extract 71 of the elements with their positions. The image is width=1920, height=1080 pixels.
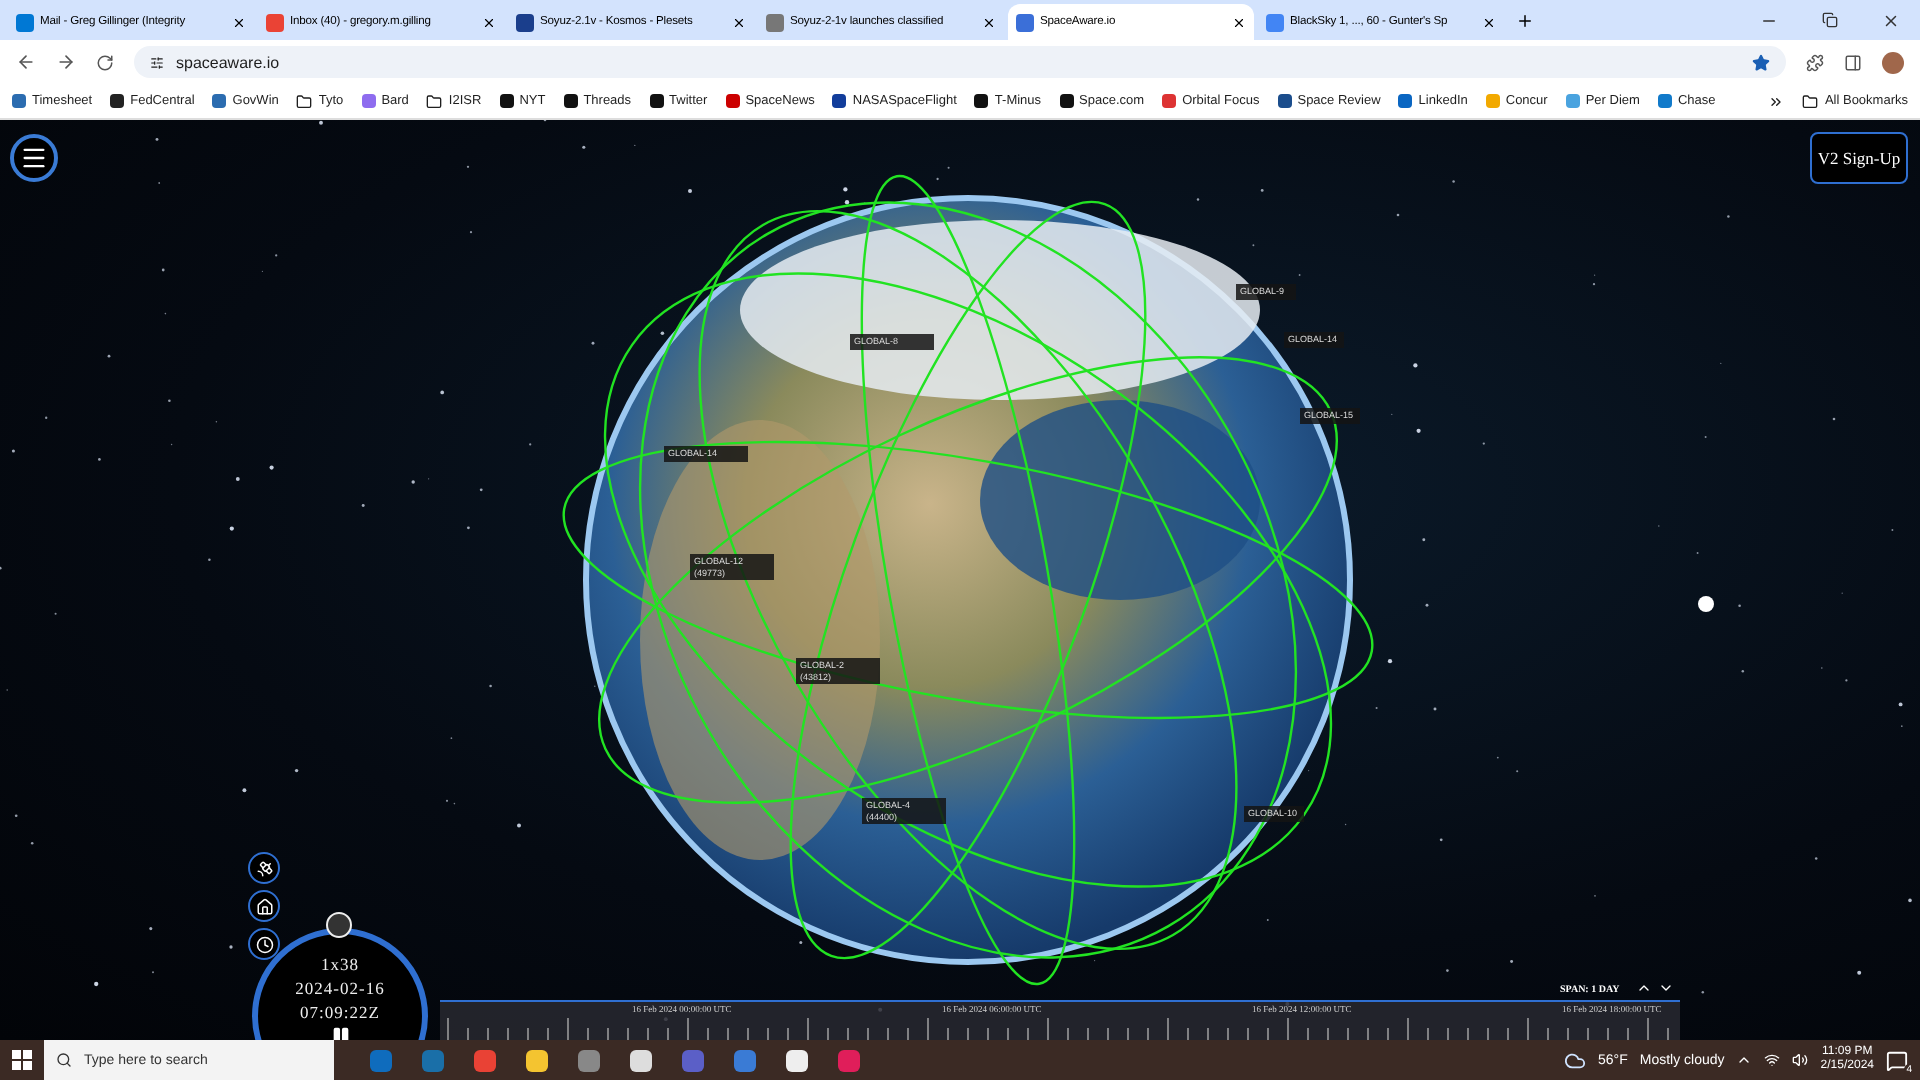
home-button[interactable] (248, 890, 280, 922)
taskbar-app-icon[interactable] (785, 1049, 807, 1071)
site-icon (832, 94, 847, 108)
close-icon[interactable] (1232, 15, 1246, 29)
wifi-icon[interactable] (1764, 1052, 1781, 1068)
dial-knob[interactable] (326, 912, 352, 938)
site-icon (1162, 94, 1177, 108)
volume-icon[interactable] (1792, 1052, 1809, 1068)
site-icon (1059, 94, 1074, 108)
address-bar[interactable]: spaceaware.io (134, 46, 1786, 78)
url-text: spaceaware.io (176, 53, 280, 71)
site-icon (1277, 94, 1292, 108)
site-icon (563, 94, 578, 108)
profile-avatar[interactable] (1882, 51, 1904, 73)
more-bookmarks-icon[interactable] (1768, 93, 1785, 109)
site-settings-icon[interactable] (150, 55, 164, 69)
close-icon[interactable] (982, 15, 996, 29)
time-text: 07:09:22Z (300, 1002, 380, 1022)
close-icon[interactable] (1882, 11, 1900, 29)
span-down-button[interactable] (1658, 980, 1674, 996)
site-icon (110, 94, 125, 108)
clock-dial[interactable]: 1x38 2024-02-16 07:09:22Z (252, 928, 428, 1040)
tray-expand-icon[interactable] (1736, 1052, 1753, 1068)
reload-icon[interactable] (96, 53, 114, 71)
history-button[interactable] (248, 928, 280, 960)
taskbar-app-icon[interactable] (525, 1049, 547, 1071)
close-icon[interactable] (1482, 15, 1496, 29)
taskbar-app-icon[interactable] (629, 1049, 651, 1071)
site-icon (212, 94, 227, 108)
favicon-icon (516, 13, 534, 31)
favicon-icon (16, 13, 34, 31)
windows-logo-icon (12, 1050, 32, 1070)
favicon-icon (266, 13, 284, 31)
signup-button[interactable]: V2 Sign-Up (1810, 132, 1908, 184)
close-icon[interactable] (232, 15, 246, 29)
folder-icon (1802, 93, 1819, 109)
favicon-icon (1016, 13, 1034, 31)
span-up-button[interactable] (1636, 980, 1652, 996)
new-tab-icon[interactable] (1516, 11, 1534, 29)
clock-icon (255, 935, 273, 953)
site-icon (1485, 94, 1500, 108)
favicon-icon (766, 13, 784, 31)
site-icon (974, 94, 989, 108)
side-panel-icon[interactable] (1844, 53, 1862, 71)
weather-icon (1564, 1049, 1587, 1071)
bookmark-star-icon[interactable] (1752, 53, 1770, 71)
site-icon (361, 94, 376, 108)
extensions-icon[interactable] (1806, 53, 1824, 71)
back-icon[interactable] (16, 52, 36, 72)
folder-icon (426, 93, 443, 109)
close-icon[interactable] (482, 15, 496, 29)
satellite-button[interactable] (248, 852, 280, 884)
menu-icon (20, 144, 48, 172)
speed-text: 1x38 (321, 954, 359, 974)
site-icon (649, 94, 664, 108)
favicon-icon (1266, 13, 1284, 31)
menu-button[interactable] (10, 134, 58, 182)
restore-icon[interactable] (1822, 11, 1838, 27)
forward-icon[interactable] (56, 52, 76, 72)
site-icon (1398, 94, 1413, 108)
folder-icon (296, 93, 313, 109)
site-icon (1565, 94, 1580, 108)
home-icon (255, 897, 273, 915)
site-icon (499, 94, 514, 108)
satellite-icon (255, 859, 273, 877)
notification-icon[interactable] (1886, 1049, 1908, 1071)
date-text: 2024-02-16 (295, 978, 385, 998)
close-icon[interactable] (732, 15, 746, 29)
site-icon (12, 94, 26, 108)
site-icon (1657, 94, 1672, 108)
site-icon (725, 94, 740, 108)
